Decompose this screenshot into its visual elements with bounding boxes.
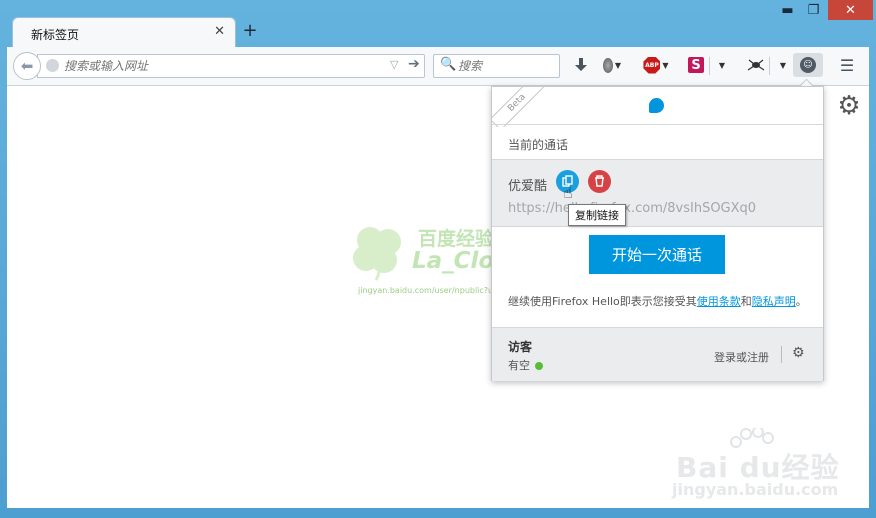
globe-icon (46, 59, 59, 72)
url-input[interactable] (64, 57, 364, 74)
toolbar-separator (769, 57, 770, 75)
hello-button[interactable]: ☺ (793, 53, 823, 77)
beta-ribbon: Beta (492, 87, 545, 127)
go-arrow-icon[interactable]: ➔ (408, 56, 420, 72)
hello-panel: Beta 当前的通话 优爱酷 https://hello.firefox.com… (491, 86, 824, 381)
history-dropdown-icon[interactable]: ▽ (390, 58, 398, 71)
search-input[interactable] (458, 57, 553, 74)
hand-cursor-icon: ☝ (563, 183, 573, 202)
gear-icon[interactable]: ⚙ (835, 92, 863, 120)
toolbar-separator (709, 57, 710, 75)
terms-link[interactable]: 使用条款 (697, 295, 741, 308)
status-dot-icon (535, 362, 543, 370)
s-extension-dropdown-icon[interactable]: ▼ (715, 55, 727, 75)
new-tab-button[interactable]: + (240, 20, 260, 42)
conversation-url[interactable]: https://hello.firefox.com/8vsIhSOGXq0 (508, 201, 756, 216)
start-call-button[interactable]: 开始一次通话 (589, 235, 725, 274)
hamburger-menu-icon[interactable]: ☰ (837, 55, 857, 75)
tab-new-tab[interactable]: 新标签页 ✕ (12, 17, 236, 48)
copy-link-tooltip: 复制链接 (568, 204, 626, 226)
s-extension-icon[interactable]: S (687, 55, 705, 75)
back-button[interactable]: ⬅ (13, 52, 41, 80)
settings-gear-icon[interactable]: ⚙ (792, 345, 805, 361)
download-icon[interactable] (573, 55, 589, 75)
section-title: 当前的通话 (508, 138, 569, 152)
privacy-link[interactable]: 隐私声明 (752, 295, 796, 308)
hello-smiley-icon: ☺ (800, 57, 816, 73)
user-status[interactable]: 有空 (508, 357, 543, 373)
baidu-url: jingyan.baidu.com (672, 480, 839, 499)
extension-globe-icon[interactable]: ▼ (603, 55, 621, 75)
divider (492, 124, 823, 125)
url-bar[interactable]: ▽ ➔ (37, 54, 425, 78)
clover-watermark-icon (353, 227, 401, 281)
delete-button[interactable] (588, 170, 611, 193)
search-bar[interactable]: 🔍 (433, 54, 560, 78)
minimize-button[interactable]: ▬ (775, 0, 800, 20)
bug-extension-dropdown-icon[interactable]: ▼ (776, 55, 788, 75)
bug-extension-icon[interactable] (745, 55, 767, 75)
login-link[interactable]: 登录或注册 (714, 349, 769, 365)
conversation-item: 优爱酷 https://hello.firefox.com/8vsIhSOGXq… (492, 159, 823, 227)
search-icon: 🔍 (440, 57, 457, 72)
tab-title: 新标签页 (31, 28, 80, 42)
close-window-button[interactable]: ✕ (828, 0, 873, 20)
chat-bubble-icon (649, 98, 664, 113)
footer-separator (781, 346, 782, 363)
user-name: 访客 (508, 340, 533, 354)
panel-footer: 访客 有空 登录或注册 ⚙ (492, 327, 823, 381)
adblock-plus-icon[interactable]: ABP ▼ (641, 55, 671, 75)
maximize-button[interactable]: ❐ (801, 0, 826, 20)
conversation-name[interactable]: 优爱酷 (508, 175, 547, 194)
terms-text: 继续使用Firefox Hello即表示您接受其使用条款和隐私声明。 (508, 295, 807, 308)
tab-close-icon[interactable]: ✕ (214, 24, 225, 39)
navigation-toolbar: ▽ ➔ ⬅ 🔍 ▼ ABP▼ S ▼ ▼ ☺ ☰ (7, 47, 869, 86)
